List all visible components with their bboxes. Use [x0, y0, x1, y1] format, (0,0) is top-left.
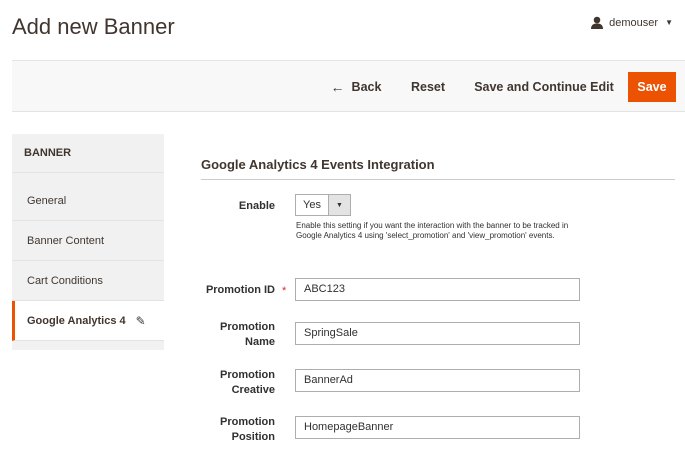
enable-note: Enable this setting if you want the inte… [296, 221, 569, 240]
sidebar-heading: BANNER [12, 134, 164, 173]
back-button[interactable]: ← Back [330, 72, 382, 102]
sidebar-item-general[interactable]: General [12, 181, 164, 221]
promotion-position-input[interactable]: HomepageBanner [295, 416, 580, 439]
promotion-creative-input[interactable]: BannerAd [295, 369, 580, 392]
sidebar-item-google-analytics-4[interactable]: Google Analytics 4 ✎ [12, 301, 164, 341]
enable-select[interactable]: Yes ▼ [295, 194, 351, 216]
promotion-creative-label: Promotion Creative [220, 368, 275, 398]
save-and-continue-button[interactable]: Save and Continue Edit [474, 72, 614, 102]
reset-button[interactable]: Reset [408, 72, 448, 102]
arrow-left-icon: ← [330, 79, 345, 95]
promotion-creative-label-line-1: Promotion [220, 369, 275, 381]
promotion-position-label: Promotion Position [220, 415, 275, 445]
save-button[interactable]: Save [628, 72, 676, 102]
promotion-creative-label-line-2: Creative [231, 384, 275, 396]
required-asterisk: * [282, 285, 287, 297]
back-button-label: Back [351, 80, 382, 94]
user-account-menu[interactable]: demouser ▼ [590, 16, 673, 29]
section-divider [201, 179, 675, 180]
enable-label: Enable [238, 200, 275, 212]
promotion-name-label-line-1: Promotion [220, 321, 275, 333]
chevron-down-icon: ▼ [665, 18, 673, 27]
sidebar-item-banner-content[interactable]: Banner Content [12, 221, 164, 261]
sidebar-item-label: Google Analytics 4 [27, 314, 126, 327]
section-title: Google Analytics 4 Events Integration [201, 157, 435, 172]
promotion-name-input[interactable]: SpringSale [295, 322, 580, 345]
banner-sidebar: BANNER General Banner Content Cart Condi… [12, 134, 164, 350]
page-title: Add new Banner [12, 14, 175, 39]
promotion-id-input[interactable]: ABC123 [295, 278, 580, 301]
promotion-name-label: Promotion Name [220, 320, 275, 350]
promotion-id-label: Promotion ID [205, 284, 275, 296]
sidebar-item-cart-conditions[interactable]: Cart Conditions [12, 261, 164, 301]
promotion-name-label-line-2: Name [245, 336, 275, 348]
page-actions-bar: ← Back Reset Save and Continue Edit Save [12, 60, 685, 112]
enable-select-value: Yes [303, 199, 321, 211]
username: demouser [609, 16, 659, 29]
chevron-down-icon: ▼ [327, 195, 350, 215]
pencil-icon: ✎ [135, 313, 146, 328]
user-icon [591, 16, 604, 29]
promotion-position-label-line-1: Promotion [220, 416, 275, 428]
promotion-position-label-line-2: Position [231, 431, 275, 443]
